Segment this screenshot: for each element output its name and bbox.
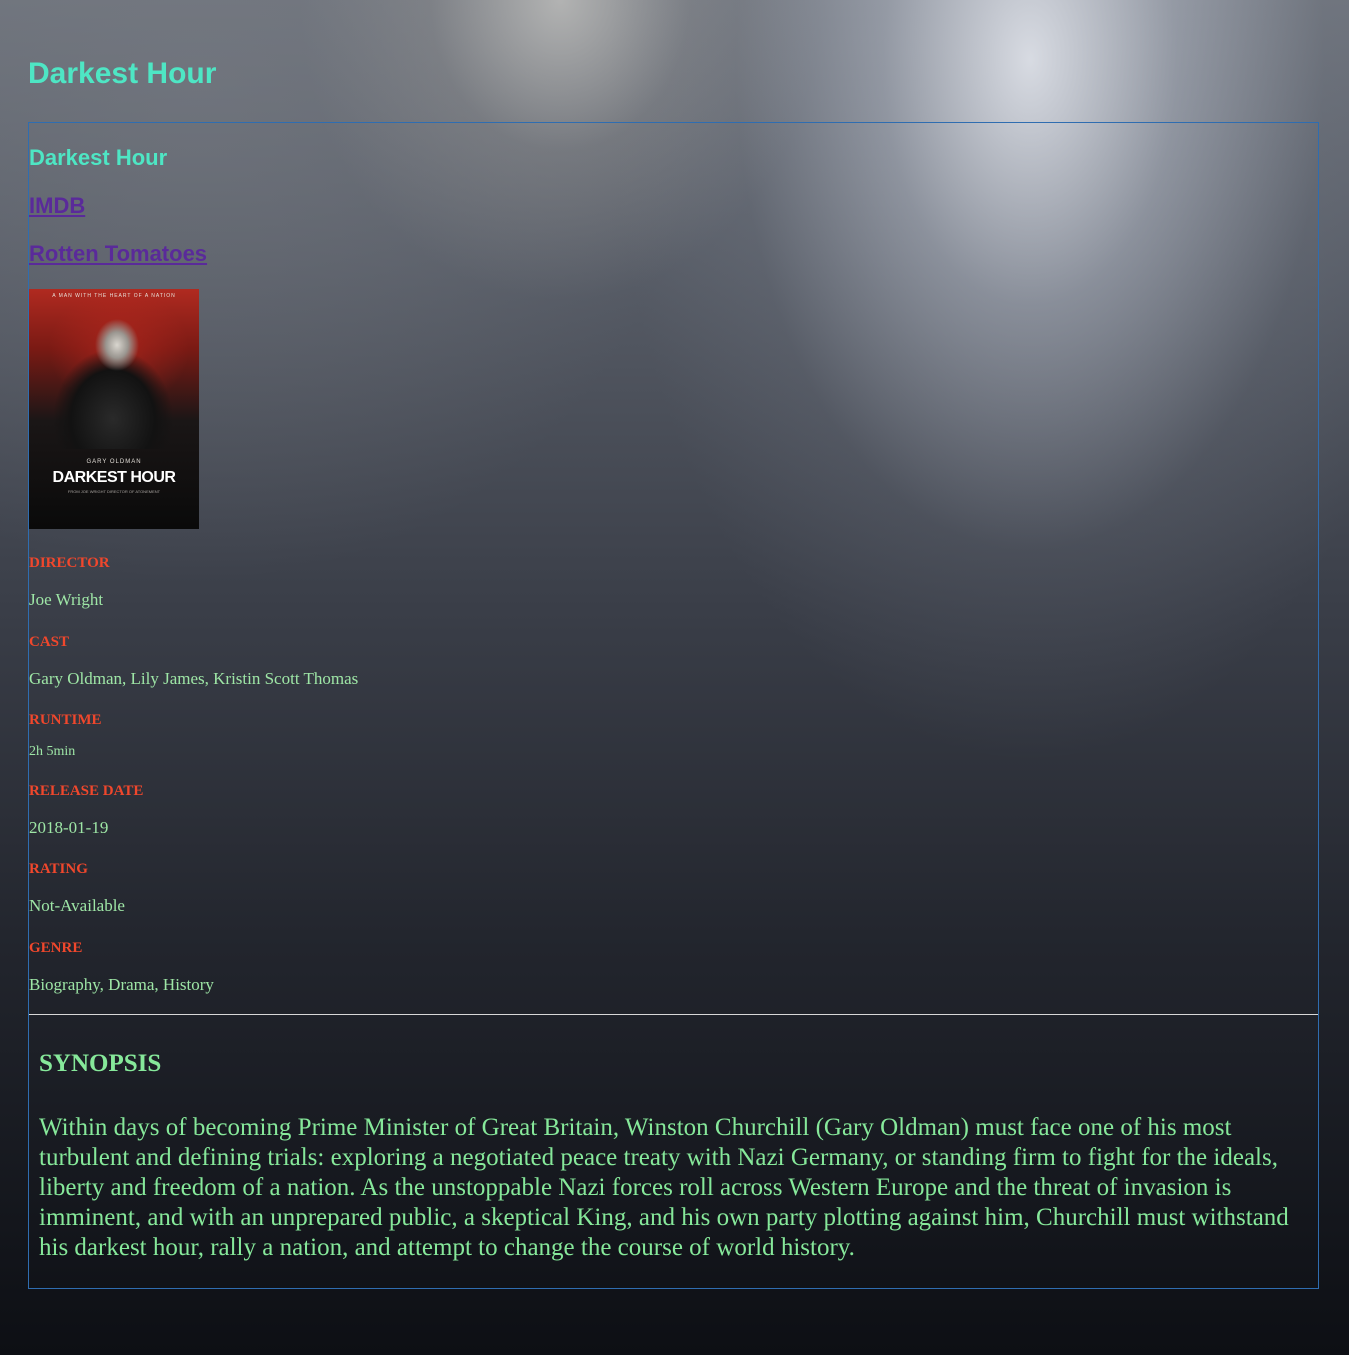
poster-actor: GARY OLDMAN [86,459,142,465]
release-date-label: RELEASE DATE [29,783,144,799]
director-value: Joe Wright [29,590,104,609]
synopsis-text: Within days of becoming Prime Minister o… [39,1114,1289,1261]
director-label: DIRECTOR [29,555,110,571]
section-divider [29,1014,1318,1015]
poster-title: DARKEST HOUR [52,469,176,486]
synopsis-heading: SYNOPSIS [39,1050,162,1077]
rotten-tomatoes-link[interactable]: Rotten Tomatoes [29,241,207,267]
movie-poster: A MAN WITH THE HEART OF A NATION GARY OL… [29,289,199,529]
movie-title: Darkest Hour [29,145,168,170]
poster-tagline: A MAN WITH THE HEART OF A NATION [52,293,176,299]
imdb-link[interactable]: IMDB [29,193,85,219]
runtime-label: RUNTIME [29,712,102,728]
cast-value: Gary Oldman, Lily James, Kristin Scott T… [29,669,359,688]
poster-credits: FROM JOE WRIGHT DIRECTOR OF ATONEMENT [67,489,161,494]
cast-label: CAST [29,634,70,650]
rating-value: Not-Available [29,896,125,915]
page-title: Darkest Hour [28,57,217,90]
movie-card: Darkest Hour IMDB Rotten Tomatoes A MAN … [28,122,1319,1289]
poster-figure [43,319,173,449]
runtime-value: 2h 5min [29,744,76,759]
genre-value: Biography, Drama, History [29,975,214,994]
genre-label: GENRE [29,940,83,956]
rating-label: RATING [29,861,88,877]
release-date-value: 2018-01-19 [29,818,109,837]
